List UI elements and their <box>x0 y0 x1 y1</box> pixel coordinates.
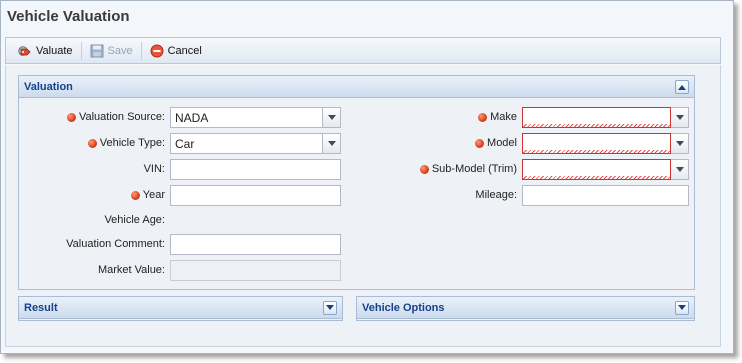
valuation-source-label: Valuation Source: <box>78 111 165 123</box>
model-label-row: Model <box>369 133 517 153</box>
vin-field[interactable] <box>170 159 341 180</box>
chevron-up-icon <box>678 85 686 90</box>
sub-model-dropdown-button[interactable] <box>671 159 689 180</box>
vehicle-age-label: Vehicle Age: <box>104 214 165 226</box>
valuation-comment-label: Valuation Comment: <box>66 238 165 250</box>
content-area: Valuation Valuation Source: NADA Vehicle… <box>5 65 721 347</box>
market-value-field <box>170 260 341 281</box>
save-icon <box>90 44 104 58</box>
valuation-panel-header: Valuation <box>19 76 694 98</box>
required-icon <box>87 138 97 148</box>
model-combo[interactable] <box>522 133 671 154</box>
cancel-button[interactable]: Cancel <box>144 41 208 61</box>
valuation-panel: Valuation Valuation Source: NADA Vehicle… <box>18 75 695 290</box>
toolbar-separator <box>140 41 142 60</box>
year-label-row: Year <box>19 185 165 205</box>
sub-model-combo[interactable] <box>522 159 671 180</box>
required-icon <box>475 138 485 148</box>
expand-vehicle-options-button[interactable] <box>675 301 689 315</box>
required-icon <box>130 190 140 200</box>
chevron-down-icon <box>675 141 684 146</box>
save-label: Save <box>107 44 133 57</box>
required-icon <box>66 112 76 122</box>
valuate-button[interactable]: Valuate <box>12 41 79 61</box>
vehicle-type-combo[interactable]: Car <box>170 133 323 154</box>
make-dropdown-button[interactable] <box>671 107 689 128</box>
valuation-source-label-row: Valuation Source: <box>19 107 165 127</box>
chevron-down-icon <box>326 305 334 310</box>
save-button[interactable]: Save <box>84 41 139 61</box>
required-icon <box>478 112 488 122</box>
valuation-panel-title: Valuation <box>24 80 73 93</box>
required-icon <box>419 164 429 174</box>
chevron-down-icon <box>675 167 684 172</box>
cancel-icon <box>150 44 164 58</box>
expand-result-button[interactable] <box>323 301 337 315</box>
market-value-label: Market Value: <box>97 264 165 276</box>
cancel-label: Cancel <box>167 44 202 57</box>
year-label: Year <box>142 189 165 201</box>
result-panel-header[interactable]: Result <box>19 297 342 319</box>
valuation-source-combo[interactable]: NADA <box>170 107 323 128</box>
make-label: Make <box>490 111 517 123</box>
valuate-icon <box>18 44 32 58</box>
chevron-down-icon <box>327 115 336 120</box>
mileage-label: Mileage: <box>475 189 517 201</box>
model-label: Model <box>487 137 517 149</box>
result-panel: Result <box>18 296 343 321</box>
vehicle-options-panel: Vehicle Options <box>356 296 695 321</box>
vin-label: VIN: <box>143 163 165 175</box>
chevron-down-icon <box>675 115 684 120</box>
sub-model-label-row: Sub-Model (Trim) <box>369 159 517 179</box>
year-field[interactable] <box>170 185 341 206</box>
vehicle-options-panel-header[interactable]: Vehicle Options <box>357 297 694 319</box>
chevron-down-icon <box>678 305 686 310</box>
valuation-comment-field[interactable] <box>170 234 341 255</box>
toolbar-separator <box>80 41 82 60</box>
make-label-row: Make <box>369 107 517 127</box>
vehicle-type-label-row: Vehicle Type: <box>19 133 165 153</box>
toolbar: Valuate Save Cancel <box>5 37 721 64</box>
mileage-field[interactable] <box>522 185 689 206</box>
valuation-source-dropdown-button[interactable] <box>323 107 341 128</box>
sub-model-label: Sub-Model (Trim) <box>431 163 517 175</box>
vehicle-valuation-window: Vehicle Valuation Valuate Save Cancel Va… <box>0 0 734 354</box>
model-dropdown-button[interactable] <box>671 133 689 154</box>
chevron-down-icon <box>327 141 336 146</box>
vehicle-type-label: Vehicle Type: <box>99 137 165 149</box>
result-panel-title: Result <box>24 301 58 314</box>
collapse-valuation-button[interactable] <box>675 80 689 94</box>
valuate-label: Valuate <box>36 44 73 57</box>
vehicle-options-panel-title: Vehicle Options <box>362 301 445 314</box>
make-combo[interactable] <box>522 107 671 128</box>
vehicle-type-dropdown-button[interactable] <box>323 133 341 154</box>
window-title: Vehicle Valuation <box>7 8 130 25</box>
